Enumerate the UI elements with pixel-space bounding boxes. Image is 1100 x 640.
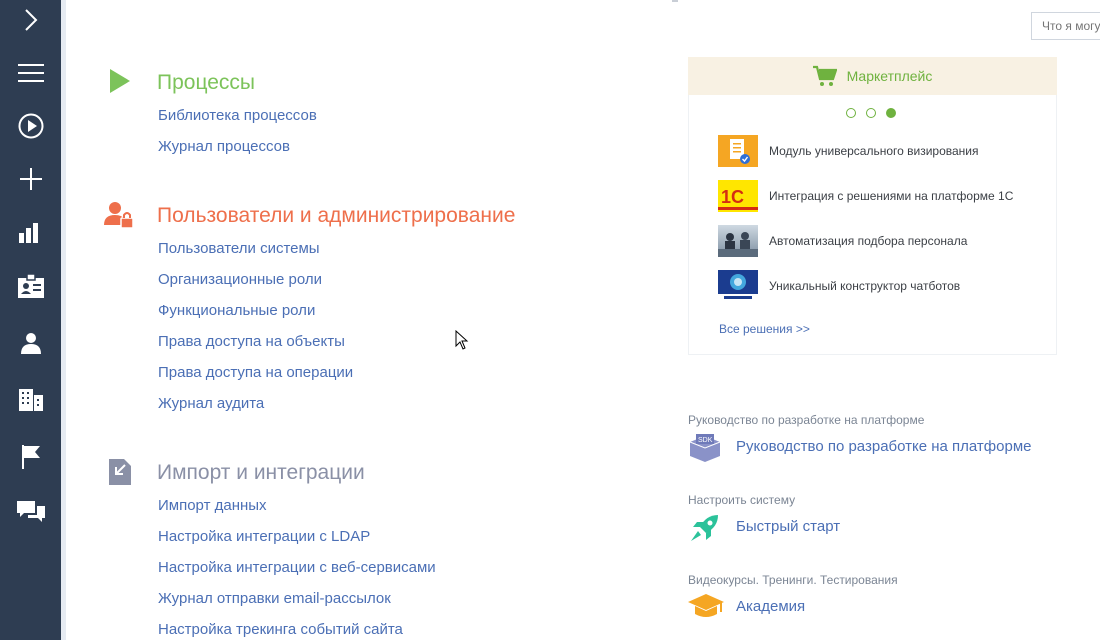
link-email-log[interactable]: Журнал отправки email-рассылок (158, 589, 391, 609)
help-caption-academy: Видеокурсы. Тренинги. Тестирования (688, 573, 898, 587)
search-input[interactable] (1031, 12, 1100, 40)
marketplace-item-label: Автоматизация подбора персонала (769, 234, 968, 248)
meeting-photo-icon (718, 225, 758, 257)
help-link-academy[interactable]: Академия (736, 598, 805, 615)
expand-chevron-icon[interactable] (0, 0, 61, 40)
marketplace-header[interactable]: Маркетплейс (688, 57, 1057, 95)
left-navigation-panel (0, 0, 61, 640)
chatbot-icon (718, 270, 758, 302)
graduation-cap-icon (688, 594, 724, 625)
play-icon (110, 69, 130, 98)
help-link-quick-start[interactable]: Быстрый старт (736, 518, 840, 535)
left-navigation-edge (61, 0, 66, 640)
bar-chart-icon[interactable] (0, 212, 61, 252)
top-indicator (672, 0, 678, 2)
marketplace-item[interactable]: Уникальный конструктор чатботов (718, 268, 960, 304)
link-data-import[interactable]: Импорт данных (158, 496, 267, 516)
help-caption-setup: Настроить систему (688, 493, 796, 507)
marketplace-item[interactable]: Модуль универсального визирования (718, 133, 979, 169)
link-object-access-rights[interactable]: Права доступа на объекты (158, 332, 345, 352)
carousel-dot-3[interactable] (886, 108, 896, 118)
rocket-icon (688, 513, 722, 550)
marketplace-item-label: Модуль универсального визирования (769, 144, 979, 158)
1c-logo-icon: 1С (718, 180, 758, 212)
link-site-event-tracking[interactable]: Настройка трекинга событий сайта (158, 620, 403, 640)
carousel-dot-1[interactable] (846, 108, 856, 118)
svg-text:SDK: SDK (698, 437, 713, 444)
plus-icon[interactable] (0, 159, 61, 199)
link-system-users[interactable]: Пользователи системы (158, 239, 320, 259)
import-icon (109, 457, 131, 490)
link-process-library[interactable]: Библиотека процессов (158, 106, 317, 126)
marketplace-title: Маркетплейс (846, 68, 933, 84)
sdk-box-icon: SDK (688, 434, 722, 467)
marketplace-item[interactable]: 1С Интеграция с решениями на платформе 1… (718, 178, 1013, 214)
marketplace-item-label: Уникальный конструктор чатботов (769, 279, 961, 293)
cart-icon (812, 65, 837, 87)
chat-icon[interactable] (0, 492, 61, 532)
document-approval-icon (718, 135, 758, 167)
svg-text:1С: 1С (721, 187, 744, 207)
user-icon[interactable] (0, 323, 61, 363)
marketplace-item[interactable]: Автоматизация подбора персонала (718, 223, 967, 259)
contact-card-icon[interactable] (0, 266, 61, 306)
help-link-dev-guide[interactable]: Руководство по разработке на платформе (736, 438, 1031, 455)
help-caption-dev-guide: Руководство по разработке на платформе (688, 413, 925, 427)
section-title-import-integrations: Импорт и интеграции (157, 461, 365, 484)
carousel-dots (846, 108, 896, 118)
section-title-processes: Процессы (157, 71, 256, 94)
carousel-dot-2[interactable] (866, 108, 876, 118)
link-web-services-integration[interactable]: Настройка интеграции с веб-сервисами (158, 558, 436, 578)
link-audit-log[interactable]: Журнал аудита (158, 394, 264, 414)
link-operation-access-rights[interactable]: Права доступа на операции (158, 363, 353, 383)
play-circle-icon[interactable] (0, 106, 61, 146)
link-functional-roles[interactable]: Функциональные роли (158, 301, 315, 321)
section-title-users-admin: Пользователи и администрирование (157, 204, 516, 227)
all-solutions-link[interactable]: Все решения >> (719, 322, 810, 336)
menu-icon[interactable] (0, 53, 61, 93)
link-ldap-integration[interactable]: Настройка интеграции с LDAP (158, 527, 370, 547)
building-icon[interactable] (0, 380, 61, 420)
link-process-log[interactable]: Журнал процессов (158, 137, 290, 157)
mouse-cursor-icon (455, 329, 469, 355)
link-org-roles[interactable]: Организационные роли (158, 270, 322, 290)
marketplace-item-label: Интеграция с решениями на платформе 1С (769, 189, 1014, 203)
user-lock-icon (104, 201, 134, 234)
flag-icon[interactable] (0, 437, 61, 477)
